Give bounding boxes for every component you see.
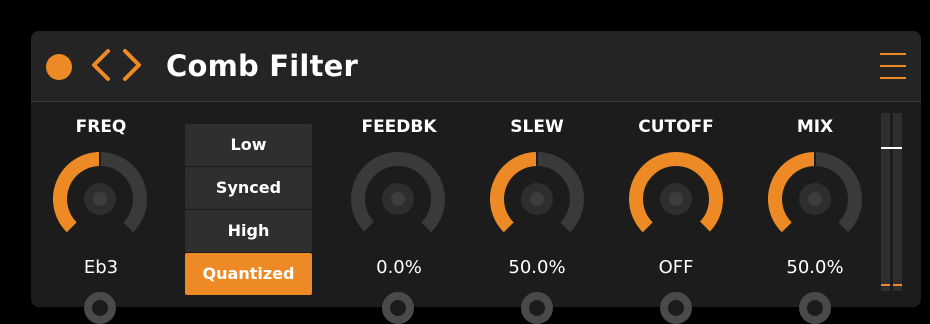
chevron-left-icon[interactable] <box>86 45 114 85</box>
freq-value[interactable]: Eb3 <box>31 257 171 278</box>
slew-label: SLEW <box>510 117 564 137</box>
mix-label: MIX <box>796 117 834 137</box>
cutoff-mod-port[interactable] <box>660 292 692 324</box>
feedbk-value[interactable]: 0.0% <box>329 257 469 278</box>
freq-label: FREQ <box>75 117 127 137</box>
mode-option-quantized[interactable]: Quantized <box>185 253 312 295</box>
mode-option-high[interactable]: High <box>185 210 312 252</box>
mix-value[interactable]: 50.0% <box>745 257 885 278</box>
knob-center <box>93 192 107 206</box>
freq-knob[interactable] <box>48 147 152 251</box>
feedbk-mod-port[interactable] <box>382 292 414 324</box>
freq-mod-port[interactable] <box>84 292 116 324</box>
device-on-dot-icon[interactable] <box>46 54 72 80</box>
slew-value[interactable]: 50.0% <box>467 257 607 278</box>
output-level-meter[interactable] <box>881 113 903 291</box>
knob-center <box>808 192 822 206</box>
mode-option-low[interactable]: Low <box>185 124 312 166</box>
slew-mod-port[interactable] <box>521 292 553 324</box>
mix-mod-port[interactable] <box>799 292 831 324</box>
slew-knob[interactable] <box>485 147 589 251</box>
device-header <box>31 31 921 102</box>
feedbk-label: FEEDBK <box>361 117 437 137</box>
hamburger-menu-icon[interactable] <box>878 50 908 82</box>
cutoff-label: CUTOFF <box>638 117 714 137</box>
chevron-right-icon[interactable] <box>119 45 147 85</box>
feedbk-knob[interactable] <box>346 147 450 251</box>
cutoff-value[interactable]: OFF <box>606 257 746 278</box>
mode-option-synced[interactable]: Synced <box>185 167 312 209</box>
knob-center <box>530 192 544 206</box>
mix-knob[interactable] <box>763 147 867 251</box>
cutoff-knob[interactable] <box>624 147 728 251</box>
knob-center <box>669 192 683 206</box>
device-title: Comb Filter <box>166 49 359 83</box>
knob-center <box>391 192 405 206</box>
